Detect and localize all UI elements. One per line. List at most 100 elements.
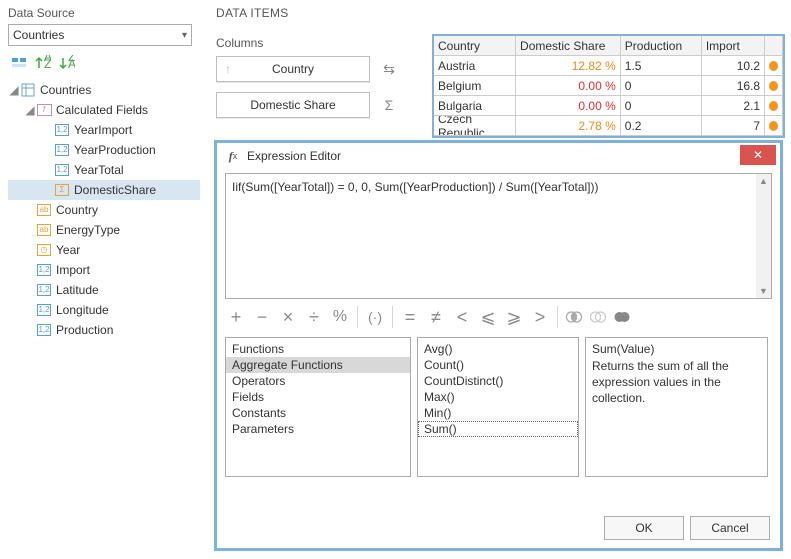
tree-root[interactable]: ◢ Countries xyxy=(8,80,200,100)
table-row[interactable]: Czech Republic2.78 %0.27 xyxy=(434,116,783,136)
text-field-icon: ab xyxy=(36,222,52,238)
op-divide[interactable]: ÷ xyxy=(303,307,325,328)
op-less[interactable]: < xyxy=(451,307,473,328)
cell-country: Belgium xyxy=(434,76,516,96)
tree-field-label: DomesticShare xyxy=(74,180,156,200)
category-list[interactable]: FunctionsAggregate FunctionsOperatorsFie… xyxy=(225,337,411,477)
help-panel: Sum(Value) Returns the sum of all the ex… xyxy=(585,337,768,477)
col-header-production[interactable]: Production xyxy=(621,36,702,56)
category-item[interactable]: Fields xyxy=(226,389,410,405)
up-arrow-icon: ↑ xyxy=(225,62,231,76)
tree-field[interactable]: 1,2Import xyxy=(8,260,200,280)
category-item[interactable]: Parameters xyxy=(226,421,410,437)
tree-field-label: YearImport xyxy=(74,120,132,140)
scroll-up-icon[interactable]: ▲ xyxy=(759,174,768,188)
layout-icon[interactable] xyxy=(8,52,30,74)
ok-button[interactable]: OK xyxy=(604,516,684,540)
sigma-button-icon[interactable]: Σ xyxy=(380,97,398,113)
op-plus[interactable]: + xyxy=(225,307,247,328)
op-equals[interactable]: = xyxy=(399,307,421,328)
tree-field-label: Country xyxy=(56,200,98,220)
col-header-import[interactable]: Import xyxy=(702,36,765,56)
category-item[interactable]: Constants xyxy=(226,405,410,421)
cancel-button[interactable]: Cancel xyxy=(690,516,770,540)
cell-country: Austria xyxy=(434,56,516,76)
op-not-equals[interactable]: ≠ xyxy=(425,307,447,328)
sort-asc-icon[interactable]: AZ xyxy=(32,52,54,74)
op-less-eq[interactable]: ⩽ xyxy=(477,307,499,328)
tree-field-label: Production xyxy=(56,320,113,340)
help-title: Sum(Value) xyxy=(592,342,761,356)
op-and-icon[interactable] xyxy=(564,307,584,327)
tree-field[interactable]: abEnergyType xyxy=(8,220,200,240)
cell-production: 0.2 xyxy=(621,116,702,136)
cell-import: 7 xyxy=(702,116,765,136)
numeric-field-icon: 1,2 xyxy=(54,162,70,178)
transpose-icon[interactable]: ⇆ xyxy=(380,61,398,78)
cell-status xyxy=(765,96,783,116)
op-parens[interactable]: (·) xyxy=(364,309,386,325)
tree-calc-group[interactable]: ◢ f Calculated Fields xyxy=(8,100,200,120)
tree-root-label: Countries xyxy=(40,80,91,100)
cell-domestic-share: 0.00 % xyxy=(516,76,621,96)
op-percent[interactable]: % xyxy=(329,308,351,326)
status-dot-icon xyxy=(769,81,778,91)
function-item[interactable]: Count() xyxy=(418,357,578,373)
expand-icon[interactable]: ◢ xyxy=(8,80,20,100)
category-item[interactable]: Functions xyxy=(226,341,410,357)
function-item[interactable]: Max() xyxy=(418,389,578,405)
op-minus[interactable]: − xyxy=(251,307,273,328)
cell-import: 10.2 xyxy=(702,56,765,76)
table-row[interactable]: Austria12.82 %1.510.2 xyxy=(434,56,783,76)
function-item[interactable]: Sum() xyxy=(418,421,578,437)
col-header-status xyxy=(765,36,783,56)
scroll-down-icon[interactable]: ▼ xyxy=(759,284,768,298)
op-or-icon[interactable] xyxy=(588,307,608,327)
column-pill-country[interactable]: ↑ Country xyxy=(216,56,370,82)
tree-field[interactable]: 1,2Production xyxy=(8,320,200,340)
expand-icon[interactable]: ◢ xyxy=(24,100,36,120)
clock-field-icon: ◷ xyxy=(36,242,52,258)
col-header-country[interactable]: Country xyxy=(434,36,516,56)
numeric-field-icon: 1,2 xyxy=(36,302,52,318)
tree-field[interactable]: ◷Year xyxy=(8,240,200,260)
data-source-value: Countries xyxy=(13,28,64,42)
tree-field[interactable]: 1,2YearImport xyxy=(8,120,200,140)
op-greater-eq[interactable]: ⩾ xyxy=(503,307,525,328)
tree-field[interactable]: 1,2YearTotal xyxy=(8,160,200,180)
op-not-icon[interactable] xyxy=(612,307,632,327)
sort-desc-icon[interactable]: ZA xyxy=(56,52,78,74)
scrollbar[interactable]: ▲▼ xyxy=(756,174,771,298)
op-greater[interactable]: > xyxy=(529,307,551,328)
function-item[interactable]: Avg() xyxy=(418,341,578,357)
column-pill-domestic-share[interactable]: Domestic Share xyxy=(216,92,370,118)
text-field-icon: ab xyxy=(36,202,52,218)
tree-field[interactable]: 1,2Longitude xyxy=(8,300,200,320)
expression-textarea[interactable]: Iif(Sum([YearTotal]) = 0, 0, Sum([YearPr… xyxy=(225,173,772,299)
tree-field[interactable]: 1,2YearProduction xyxy=(8,140,200,160)
close-button[interactable]: ✕ xyxy=(740,145,776,165)
data-source-dropdown[interactable]: Countries ▾ xyxy=(8,24,192,46)
col-header-domestic-share[interactable]: Domestic Share xyxy=(516,36,621,56)
close-icon: ✕ xyxy=(753,148,763,162)
pill-label: Domestic Share xyxy=(250,98,335,112)
category-item[interactable]: Operators xyxy=(226,373,410,389)
function-item[interactable]: CountDistinct() xyxy=(418,373,578,389)
function-list[interactable]: Avg()Count()CountDistinct()Max()Min()Sum… xyxy=(417,337,579,477)
cell-status xyxy=(765,116,783,136)
cell-country: Czech Republic xyxy=(434,116,516,136)
tree-field-label: Year xyxy=(56,240,80,260)
category-item[interactable]: Aggregate Functions xyxy=(226,357,410,373)
tree-field-selected[interactable]: ΣDomesticShare xyxy=(8,180,200,200)
fx-icon: f xyxy=(36,102,52,118)
tree-field[interactable]: abCountry xyxy=(8,200,200,220)
function-item[interactable]: Min() xyxy=(418,405,578,421)
preview-grid: Country Domestic Share Production Import… xyxy=(432,34,785,138)
table-row[interactable]: Bulgaria0.00 %02.1 xyxy=(434,96,783,116)
cell-import: 2.1 xyxy=(702,96,765,116)
tree-field-label: YearTotal xyxy=(74,160,124,180)
table-row[interactable]: Belgium0.00 %016.8 xyxy=(434,76,783,96)
data-source-label: Data Source xyxy=(8,6,200,20)
op-multiply[interactable]: × xyxy=(277,307,299,328)
tree-field[interactable]: 1,2Latitude xyxy=(8,280,200,300)
